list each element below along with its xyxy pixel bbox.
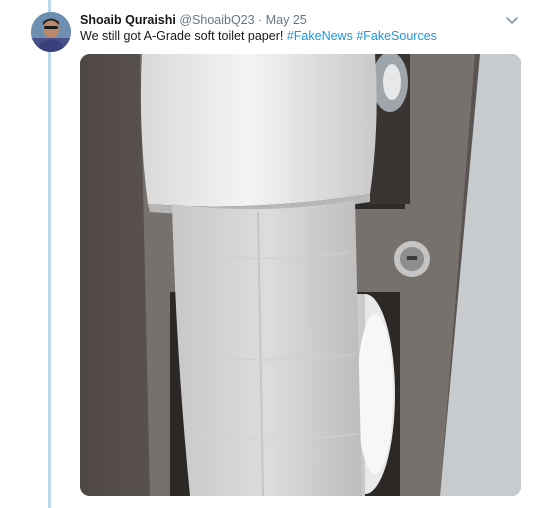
tweet-media-photo[interactable] — [80, 54, 521, 496]
avatar-photo — [31, 12, 71, 52]
hashtag-link[interactable]: #FakeSources — [356, 29, 437, 43]
hashtag-link[interactable]: #FakeNews — [287, 29, 353, 43]
tweet-body: We still got A-Grade soft toilet paper! — [80, 29, 284, 43]
tweet-header: Shoaib Quraishi @ShoaibQ23 · May 25 — [80, 12, 307, 28]
chevron-down-icon — [506, 17, 518, 24]
thread-line — [48, 0, 51, 508]
author-handle[interactable]: @ShoaibQ23 — [179, 13, 254, 27]
avatar[interactable] — [31, 12, 71, 52]
meta-separator: · — [258, 13, 263, 27]
tweet-text: We still got A-Grade soft toilet paper! … — [80, 28, 437, 45]
author-name[interactable]: Shoaib Quraishi — [80, 13, 176, 27]
more-options-button[interactable] — [504, 12, 520, 28]
toilet-paper-photo — [80, 54, 521, 496]
tweet-date[interactable]: May 25 — [266, 13, 307, 27]
